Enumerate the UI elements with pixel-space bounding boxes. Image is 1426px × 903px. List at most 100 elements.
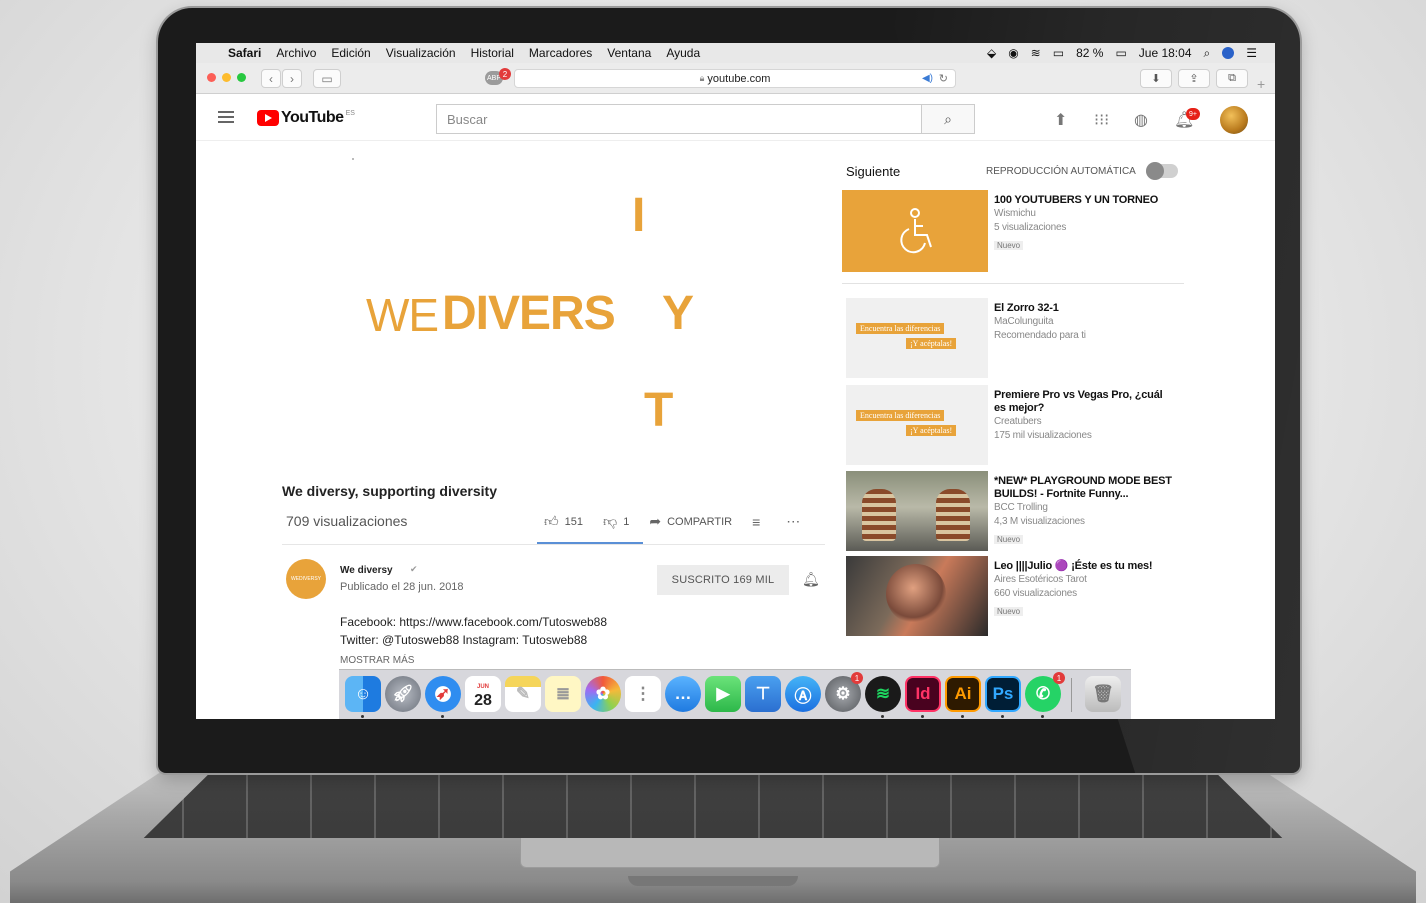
list-item[interactable]: 100 YOUTUBERS Y UN TORNEO Wismichu 5 vis… bbox=[842, 190, 1182, 272]
share-video-button[interactable]: ➦ COMPARTIR bbox=[649, 513, 732, 530]
menu-archivo[interactable]: Archivo bbox=[276, 46, 316, 60]
photos-icon[interactable]: ✿ bbox=[585, 676, 621, 712]
video-thumbnail[interactable] bbox=[842, 190, 988, 272]
calendar-icon[interactable]: JUN 28 bbox=[465, 676, 501, 712]
forward-button[interactable]: › bbox=[282, 69, 302, 88]
notification-center-icon[interactable]: ☰ bbox=[1246, 46, 1257, 60]
video-thumbnail[interactable] bbox=[846, 556, 988, 636]
menu-bar: Safari Archivo Edición Visualización His… bbox=[196, 43, 1275, 63]
wheelchair-icon bbox=[900, 208, 932, 254]
video-title[interactable]: Leo ||||Julio 🟣 ¡Éste es tu mes! bbox=[994, 560, 1174, 573]
list-item[interactable]: Encuentra las diferencias ¡Y acéptalas! … bbox=[842, 385, 1182, 465]
search-input[interactable]: Buscar bbox=[436, 104, 922, 134]
siri-icon[interactable] bbox=[1222, 47, 1235, 59]
youtube-header: YouTube ES Buscar ⌕ ⬆ ⁝⁝⁝ ◍ 🔔︎ 9+ bbox=[196, 95, 1275, 141]
sidebar-toggle-button[interactable]: ▭ bbox=[313, 69, 341, 88]
notes-icon[interactable]: ✎ bbox=[505, 676, 541, 712]
downloads-button[interactable]: ⬇ bbox=[1140, 69, 1172, 88]
channel-name[interactable]: We diversy bbox=[340, 565, 393, 576]
new-tab-icon[interactable]: + bbox=[1257, 76, 1265, 92]
divider bbox=[842, 283, 1184, 284]
speaker-icon[interactable]: ◀) bbox=[922, 73, 933, 84]
airplay-icon[interactable]: ▭ bbox=[1053, 46, 1064, 60]
safari-icon[interactable]: ➶ bbox=[425, 676, 461, 712]
couple-figure bbox=[886, 564, 946, 624]
more-actions-button[interactable]: ⋯ bbox=[786, 513, 806, 530]
running-indicator bbox=[1001, 715, 1004, 718]
upload-icon[interactable]: ⬆ bbox=[1054, 110, 1067, 130]
bell-icon[interactable]: 🔔︎ bbox=[802, 571, 820, 588]
reload-icon[interactable]: ↻ bbox=[939, 72, 948, 85]
menu-app-name[interactable]: Safari bbox=[228, 46, 261, 60]
video-info: 100 YOUTUBERS Y UN TORNEO Wismichu 5 vis… bbox=[994, 194, 1174, 253]
zoom-button[interactable] bbox=[237, 73, 246, 82]
keynote-icon[interactable]: ⊤ bbox=[745, 676, 781, 712]
add-to-playlist-button[interactable]: ≡ bbox=[752, 514, 766, 530]
avatar[interactable] bbox=[1220, 106, 1248, 134]
back-button[interactable]: ‹ bbox=[261, 69, 281, 88]
menu-icon[interactable] bbox=[218, 111, 234, 123]
child-figure-left bbox=[862, 489, 896, 541]
menu-ayuda[interactable]: Ayuda bbox=[666, 46, 700, 60]
facetime-icon[interactable]: ▶ bbox=[705, 676, 741, 712]
video-thumbnail[interactable] bbox=[846, 471, 988, 551]
show-more-link[interactable]: MOSTRAR MÁS bbox=[340, 655, 414, 666]
address-bar[interactable]: 🔒︎ youtube.com ◀) ↻ bbox=[514, 69, 956, 88]
tabs-button[interactable]: ⧉ bbox=[1216, 69, 1248, 88]
autoplay-toggle[interactable] bbox=[1146, 162, 1178, 180]
apps-icon[interactable]: ⁝⁝⁝ bbox=[1094, 110, 1109, 130]
video-title[interactable]: El Zorro 32-1 bbox=[994, 302, 1174, 315]
list-item[interactable]: *NEW* PLAYGROUND MODE BEST BUILDS! - For… bbox=[842, 471, 1182, 551]
close-button[interactable] bbox=[207, 73, 216, 82]
clock[interactable]: Jue 18:04 bbox=[1139, 46, 1192, 60]
messages-icon[interactable]: ◍ bbox=[1134, 110, 1148, 130]
up-next-heading: Siguiente bbox=[846, 164, 901, 179]
channel-avatar[interactable]: WEDIVERSY bbox=[286, 559, 326, 599]
spotify-icon[interactable]: ≋ bbox=[865, 676, 901, 712]
list-item[interactable]: Encuentra las diferencias ¡Y acéptalas! … bbox=[842, 298, 1182, 378]
minimize-button[interactable] bbox=[222, 73, 231, 82]
video-title[interactable]: Premiere Pro vs Vegas Pro, ¿cuál es mejo… bbox=[994, 389, 1174, 415]
video-title[interactable]: 100 YOUTUBERS Y UN TORNEO bbox=[994, 194, 1174, 207]
menu-marcadores[interactable]: Marcadores bbox=[529, 46, 592, 60]
thumbs-up-icon: 👍︎ bbox=[544, 513, 559, 529]
video-thumbnail[interactable]: Encuentra las diferencias ¡Y acéptalas! bbox=[846, 298, 988, 378]
menu-visualizacion[interactable]: Visualización bbox=[386, 46, 456, 60]
spotlight-icon[interactable]: ⌕ bbox=[1204, 46, 1211, 61]
finder-icon[interactable]: ☺ bbox=[345, 676, 381, 712]
running-indicator bbox=[361, 715, 364, 718]
video-player[interactable]: I WE DIVERS Y T bbox=[272, 143, 840, 473]
reminders-icon[interactable]: ⋮ bbox=[625, 676, 661, 712]
video-info: Leo ||||Julio 🟣 ¡Éste es tu mes! Aires E… bbox=[994, 560, 1174, 619]
logo-divers: DIVERS bbox=[442, 287, 616, 340]
running-indicator bbox=[1041, 715, 1044, 718]
launchpad-icon[interactable]: 🚀︎ bbox=[385, 676, 421, 712]
verified-icon: ✔ bbox=[410, 564, 418, 574]
illustrator-icon[interactable]: Ai bbox=[945, 676, 981, 712]
share-button[interactable]: ⇪ bbox=[1178, 69, 1210, 88]
running-indicator bbox=[961, 715, 964, 718]
youtube-logo[interactable]: YouTube ES bbox=[257, 109, 355, 127]
search-button[interactable]: ⌕ bbox=[921, 104, 975, 134]
indesign-icon[interactable]: Id bbox=[905, 676, 941, 712]
menu-ventana[interactable]: Ventana bbox=[607, 46, 651, 60]
list-item[interactable]: Leo ||||Julio 🟣 ¡Éste es tu mes! Aires E… bbox=[842, 556, 1182, 636]
battery-text[interactable]: 82 % bbox=[1076, 46, 1103, 60]
dropbox-icon[interactable]: ⬙ bbox=[987, 46, 996, 60]
window-controls bbox=[207, 73, 246, 82]
app-store-icon[interactable]: Ⓐ bbox=[785, 676, 821, 712]
menu-edicion[interactable]: Edición bbox=[331, 46, 370, 60]
wifi-icon[interactable]: ≋ bbox=[1031, 46, 1041, 60]
trash-icon[interactable]: 🗑︎ bbox=[1085, 676, 1121, 712]
photoshop-icon[interactable]: Ps bbox=[985, 676, 1021, 712]
video-title[interactable]: *NEW* PLAYGROUND MODE BEST BUILDS! - For… bbox=[994, 475, 1174, 501]
camera-icon[interactable]: ◉ bbox=[1008, 46, 1018, 60]
dislike-button[interactable]: 👎︎ 1 bbox=[603, 513, 629, 530]
video-thumbnail[interactable]: Encuentra las diferencias ¡Y acéptalas! bbox=[846, 385, 988, 465]
subscribe-button[interactable]: SUSCRITO 169 MIL bbox=[657, 565, 789, 595]
like-button[interactable]: 👍︎ 151 bbox=[544, 513, 583, 530]
stickies-icon[interactable]: ≣ bbox=[545, 676, 581, 712]
menu-historial[interactable]: Historial bbox=[471, 46, 514, 60]
messages-app-icon[interactable]: … bbox=[665, 676, 701, 712]
battery-icon[interactable]: ▭ bbox=[1115, 46, 1126, 60]
